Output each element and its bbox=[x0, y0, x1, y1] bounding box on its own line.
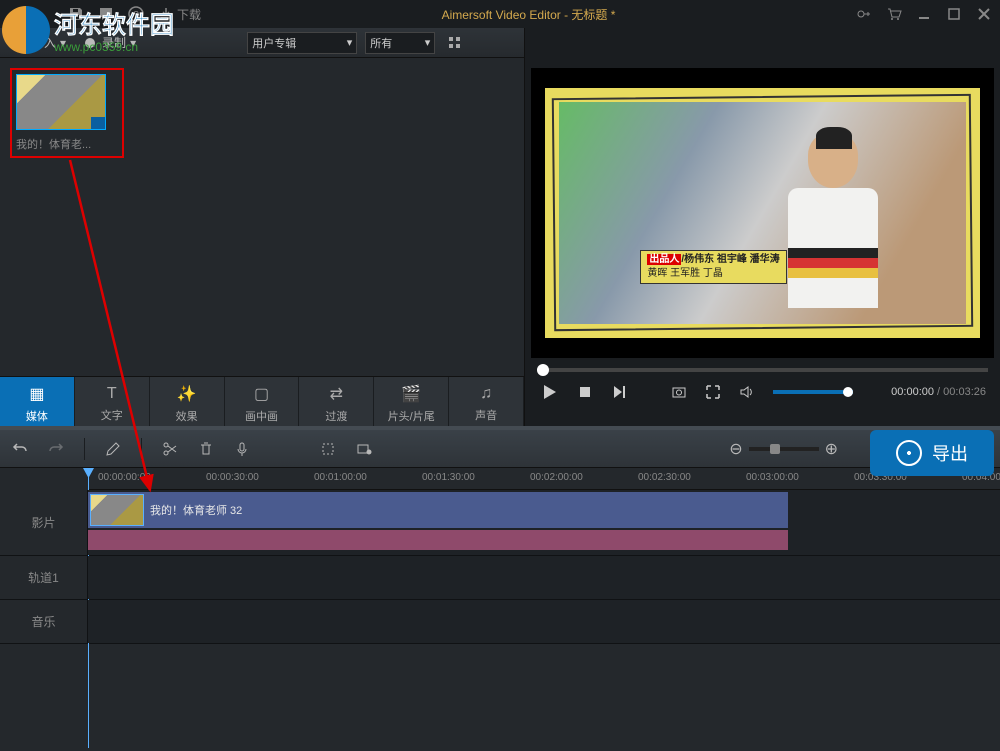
watermark-site-url: www.pc0359.cn bbox=[54, 40, 174, 54]
minimize-icon[interactable] bbox=[916, 6, 932, 22]
watermark-logo-icon bbox=[2, 6, 50, 54]
ruler-tick: 00:00:00:00 bbox=[98, 472, 151, 483]
media-item-label: 我的！体育老... bbox=[16, 136, 118, 152]
export-button[interactable]: 导出 bbox=[870, 430, 994, 476]
ruler-tick: 00:02:30:00 bbox=[638, 472, 691, 483]
close-icon[interactable] bbox=[976, 6, 992, 22]
snapshot-icon[interactable] bbox=[671, 384, 687, 400]
cut-icon[interactable] bbox=[162, 441, 178, 457]
zoom-slider[interactable] bbox=[749, 447, 819, 451]
timeline-panel: ⊖ ⊕ 00:00:00:0000:00:30:0000:01:00:0000:… bbox=[0, 430, 1000, 751]
video-clip[interactable]: 我的！体育老师 32 bbox=[88, 492, 788, 528]
tab-transition[interactable]: ⇄过渡 bbox=[299, 377, 374, 430]
left-panel: 导入 ▾ 录制 ▾ 用户专辑▾ 所有▾ 我的！体育老... ▦媒体 T文字 ✨效… bbox=[0, 28, 525, 430]
tab-sound[interactable]: ♫声音 bbox=[449, 377, 524, 430]
export-label: 导出 bbox=[932, 440, 968, 466]
app-title: Aimersoft Video Editor - 无标题 * bbox=[201, 6, 856, 23]
volume-slider[interactable] bbox=[773, 390, 853, 394]
stop-icon[interactable] bbox=[577, 384, 593, 400]
fullscreen-icon[interactable] bbox=[705, 384, 721, 400]
track-1[interactable] bbox=[88, 556, 1000, 599]
site-watermark: 河东软件园 www.pc0359.cn bbox=[2, 5, 174, 54]
ruler-tick: 00:01:30:00 bbox=[422, 472, 475, 483]
reel-icon bbox=[896, 440, 922, 466]
undo-icon[interactable] bbox=[12, 441, 28, 457]
redo-icon[interactable] bbox=[48, 441, 64, 457]
play-icon[interactable] bbox=[539, 382, 559, 402]
timeline-tracks: 影片 我的！体育老师 32 轨道1 音乐 bbox=[0, 490, 1000, 644]
zoom-in-icon[interactable]: ⊕ bbox=[825, 439, 838, 459]
ruler-tick: 00:02:00:00 bbox=[530, 472, 583, 483]
track-video[interactable]: 我的！体育老师 32 bbox=[88, 490, 1000, 555]
clip-thumbnail bbox=[90, 494, 144, 526]
crop-icon[interactable] bbox=[320, 441, 336, 457]
cart-icon[interactable] bbox=[886, 6, 902, 22]
key-icon[interactable] bbox=[856, 6, 872, 22]
ruler-tick: 00:03:00:00 bbox=[746, 472, 799, 483]
maximize-icon[interactable] bbox=[946, 6, 962, 22]
voiceover-icon[interactable] bbox=[234, 441, 250, 457]
filter-dropdown[interactable]: 所有▾ bbox=[365, 32, 435, 54]
preview-person-graphic bbox=[773, 133, 893, 343]
track-music[interactable] bbox=[88, 600, 1000, 643]
step-forward-icon[interactable] bbox=[611, 384, 627, 400]
edit-icon[interactable] bbox=[105, 441, 121, 457]
media-thumbnail[interactable] bbox=[16, 74, 106, 130]
ruler-tick: 00:00:30:00 bbox=[206, 472, 259, 483]
category-tabs: ▦媒体 T文字 ✨效果 ▢画中画 ⇄过渡 🎬片头/片尾 ♫声音 bbox=[0, 376, 524, 430]
time-display: 00:00:00 / 00:03:26 bbox=[891, 386, 986, 398]
media-item-highlight: 我的！体育老... bbox=[10, 68, 124, 158]
seek-slider[interactable] bbox=[537, 368, 988, 372]
watermark-site-name: 河东软件园 bbox=[54, 5, 174, 40]
preview-viewport[interactable]: 出品人/杨伟东 祖宇峰 潘华涛 黄晖 王军胜 丁晶 bbox=[531, 68, 994, 358]
track-label-track1: 轨道1 bbox=[0, 556, 88, 599]
volume-icon[interactable] bbox=[739, 384, 755, 400]
album-dropdown[interactable]: 用户专辑▾ bbox=[247, 32, 357, 54]
trash-icon[interactable] bbox=[198, 441, 214, 457]
media-library[interactable]: 我的！体育老... bbox=[0, 58, 524, 376]
timeline-toolbar: ⊖ ⊕ bbox=[0, 430, 1000, 468]
download-label: 下载 bbox=[177, 6, 201, 23]
track-label-music: 音乐 bbox=[0, 600, 88, 643]
zoom-out-icon[interactable]: ⊖ bbox=[729, 439, 742, 459]
playback-controls: 00:00:00 / 00:03:26 bbox=[531, 372, 994, 412]
view-toggle-icon[interactable] bbox=[447, 35, 463, 51]
audio-clip[interactable] bbox=[88, 530, 788, 550]
preview-caption: 出品人/杨伟东 祖宇峰 潘华涛 黄晖 王军胜 丁晶 bbox=[640, 250, 786, 284]
timeline-ruler[interactable]: 00:00:00:00 00:00:30:00 00:01:00:00 00:01:3… bbox=[88, 468, 1000, 490]
preview-panel: 出品人/杨伟东 祖宇峰 潘华涛 黄晖 王军胜 丁晶 00:00:00 / 00:… bbox=[525, 28, 1000, 430]
tab-intro[interactable]: 🎬片头/片尾 bbox=[374, 377, 449, 430]
track-label-video: 影片 bbox=[0, 490, 88, 555]
tab-pip[interactable]: ▢画中画 bbox=[225, 377, 300, 430]
tab-effect[interactable]: ✨效果 bbox=[150, 377, 225, 430]
tab-media[interactable]: ▦媒体 bbox=[0, 377, 75, 430]
tab-text[interactable]: T文字 bbox=[75, 377, 150, 430]
settings-icon[interactable] bbox=[356, 441, 372, 457]
clip-name: 我的！体育老师 32 bbox=[150, 502, 242, 518]
ruler-tick: 00:01:00:00 bbox=[314, 472, 367, 483]
